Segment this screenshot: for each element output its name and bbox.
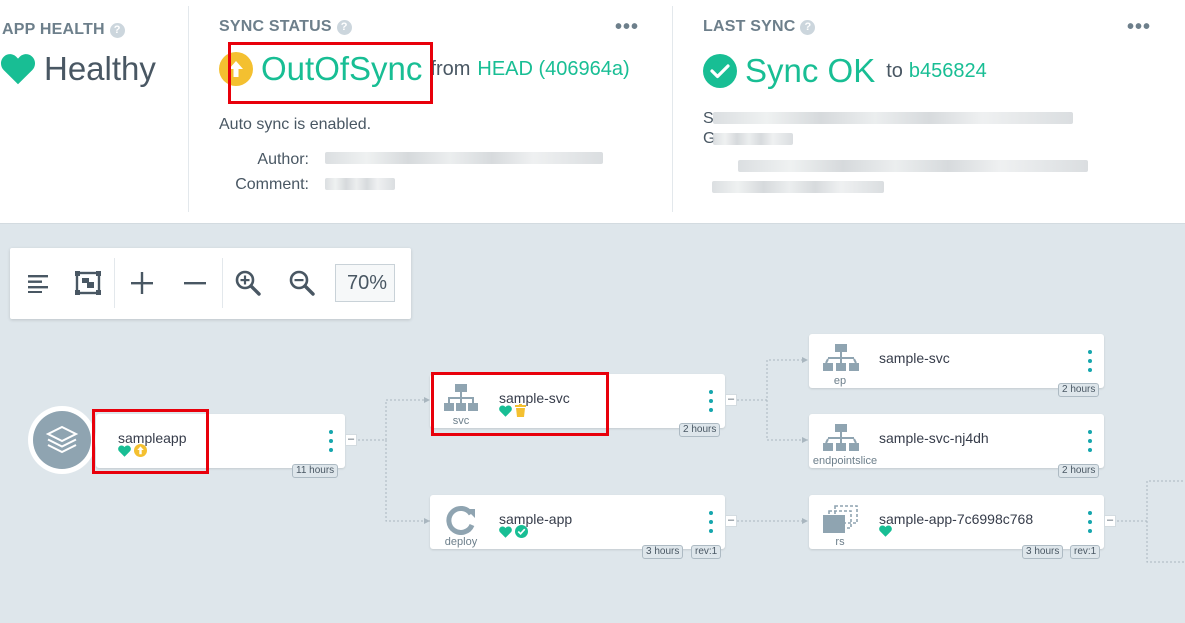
node-name: sample-app-7c6998c768 bbox=[879, 511, 1034, 527]
age-tag: 2 hours bbox=[1058, 464, 1100, 478]
collapse-toggle[interactable]: – bbox=[345, 434, 357, 446]
node-menu-button[interactable] bbox=[1086, 430, 1094, 452]
heart-icon bbox=[118, 444, 131, 457]
check-circle-icon bbox=[515, 525, 528, 538]
sync-icon bbox=[446, 506, 475, 535]
collapse-toggle[interactable]: – bbox=[1104, 515, 1116, 527]
node-kind: deploy bbox=[444, 536, 478, 548]
collapse-toggle[interactable]: – bbox=[725, 515, 737, 527]
endpoints-node[interactable]: ep sample-svc bbox=[809, 334, 1104, 388]
node-kind: rs bbox=[835, 536, 845, 548]
age-tag: 2 hours bbox=[1058, 383, 1100, 397]
age-tag: 2 hours bbox=[679, 423, 721, 437]
replicaset-icon bbox=[823, 505, 858, 533]
replicaset-node[interactable]: rs sample-app-7c6998c768 bbox=[809, 495, 1104, 549]
trash-icon bbox=[515, 404, 526, 417]
age-tag: 3 hours bbox=[1022, 545, 1064, 559]
heart-icon bbox=[499, 404, 512, 417]
network-icon bbox=[823, 424, 859, 451]
revision-tag: rev:1 bbox=[1070, 545, 1101, 559]
layers-icon bbox=[45, 425, 79, 454]
node-status-icons bbox=[879, 525, 892, 537]
node-name: sample-svc-nj4dh bbox=[879, 430, 989, 446]
node-name: sample-svc bbox=[879, 350, 950, 366]
service-node[interactable]: svc sample-svc bbox=[430, 374, 725, 428]
network-icon bbox=[823, 344, 859, 371]
age-tag: 3 hours bbox=[642, 545, 684, 559]
application-node[interactable]: sampleapp bbox=[96, 414, 345, 468]
deployment-node[interactable]: deploy sample-app bbox=[430, 495, 725, 549]
node-kind: ep bbox=[833, 375, 847, 387]
age-tag: 11 hours bbox=[292, 464, 339, 478]
heart-icon bbox=[499, 525, 512, 538]
arrow-up-circle-icon bbox=[134, 444, 147, 457]
endpointslice-node[interactable]: endpointslice sample-svc-nj4dh bbox=[809, 414, 1104, 468]
node-kind: endpointslice bbox=[812, 455, 878, 467]
node-menu-button[interactable] bbox=[707, 390, 715, 412]
node-menu-button[interactable] bbox=[707, 511, 715, 533]
node-status-icons bbox=[499, 404, 526, 417]
application-node-icon[interactable] bbox=[28, 406, 96, 474]
node-status-icons bbox=[499, 525, 528, 538]
node-menu-button[interactable] bbox=[327, 430, 335, 452]
node-kind: svc bbox=[452, 415, 470, 427]
revision-tag: rev:1 bbox=[691, 545, 722, 559]
node-menu-button[interactable] bbox=[1086, 350, 1094, 372]
network-icon bbox=[444, 384, 478, 411]
node-status-icons bbox=[118, 444, 147, 457]
collapse-toggle[interactable]: – bbox=[725, 394, 737, 406]
node-menu-button[interactable] bbox=[1086, 511, 1094, 533]
heart-icon bbox=[879, 525, 892, 537]
